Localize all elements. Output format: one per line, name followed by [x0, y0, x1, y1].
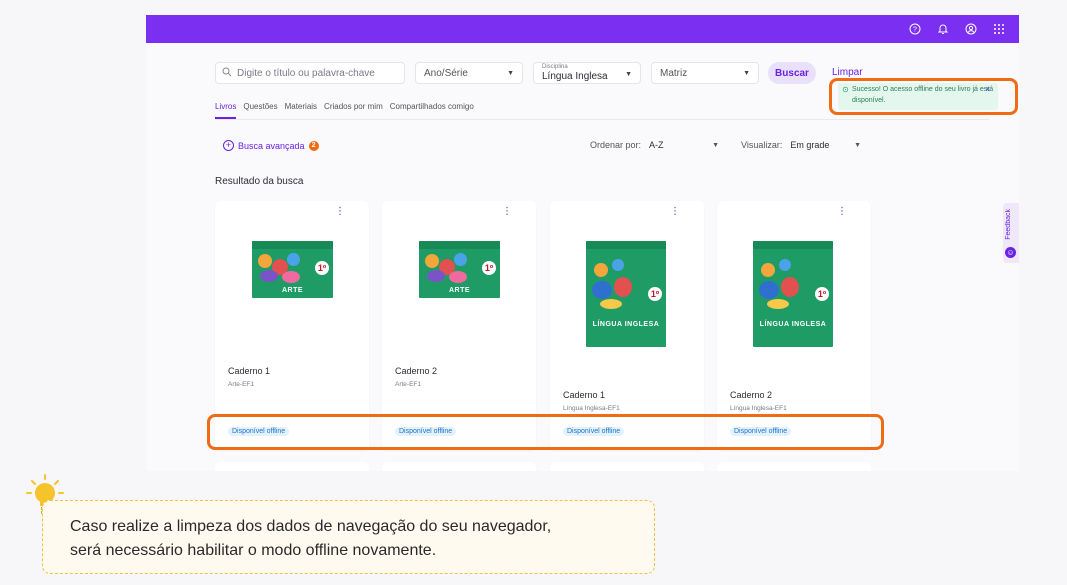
top-navbar: ?	[146, 15, 1019, 43]
offline-badges-highlight-box	[207, 414, 884, 450]
feedback-label: Feedback	[1005, 209, 1012, 240]
apps-grid-icon[interactable]	[991, 21, 1007, 37]
book-card[interactable]: ⋮ 1º LÍNGUA INGLESA Caderno 1 Língua Ing…	[550, 201, 704, 450]
book-card[interactable]	[215, 462, 369, 471]
more-options-icon[interactable]: ⋮	[837, 206, 847, 217]
book-cover: 1º LÍNGUA INGLESA	[753, 241, 833, 347]
disciplina-label: Disciplina	[542, 64, 568, 70]
book-cover: 1º ARTE	[252, 241, 333, 298]
book-card[interactable]: ⋮ 1º ARTE Caderno 1 Arte-EF1 Disponível …	[215, 201, 369, 450]
book-cover: 1º LÍNGUA INGLESA	[586, 241, 666, 347]
more-options-icon[interactable]: ⋮	[670, 206, 680, 217]
tab-materiais[interactable]: Materiais	[285, 102, 317, 119]
grade-badge: 1º	[315, 261, 329, 275]
tip-line-1: Caso realize a limpeza dos dados de nave…	[70, 518, 552, 535]
tab-questoes[interactable]: Questões	[243, 102, 277, 119]
tab-criados-por-mim[interactable]: Criados por mim	[324, 102, 383, 119]
plus-circle-icon: +	[223, 140, 234, 151]
toast-highlight-box	[829, 78, 1018, 115]
view-label: Visualizar:	[741, 140, 783, 150]
feedback-tab[interactable]: Feedback ☺	[1003, 203, 1019, 263]
view-value: Em grade	[790, 140, 830, 150]
matriz-select[interactable]: Matriz ▼	[651, 62, 759, 84]
book-title: Caderno 2	[730, 390, 773, 400]
chevron-down-icon: ▼	[854, 141, 861, 149]
clear-button[interactable]: Limpar	[832, 67, 863, 78]
tab-livros[interactable]: Livros	[215, 102, 237, 119]
view-select[interactable]: Visualizar: Em grade ▼	[741, 140, 861, 150]
sort-select[interactable]: Ordenar por: A-Z ▼	[590, 140, 719, 150]
book-card[interactable]	[382, 462, 536, 471]
more-options-icon[interactable]: ⋮	[335, 206, 345, 217]
grade-badge: 1º	[482, 261, 496, 275]
svg-text:?: ?	[913, 27, 917, 34]
cover-title: LÍNGUA INGLESA	[592, 321, 660, 328]
chevron-down-icon: ▼	[625, 71, 632, 78]
book-subtitle: Língua Inglesa-EF1	[563, 405, 620, 412]
chevron-down-icon: ▼	[743, 69, 750, 77]
cover-title: ARTE	[281, 287, 304, 294]
filter-count-badge: 2	[308, 140, 319, 151]
tab-compartilhados[interactable]: Compartilhados comigo	[390, 102, 474, 119]
grade-badge: 1º	[648, 287, 662, 301]
ano-serie-label: Ano/Série	[424, 67, 468, 79]
book-card[interactable]: ⋮ 1º ARTE Caderno 2 Arte-EF1 Disponível …	[382, 201, 536, 450]
more-options-icon[interactable]: ⋮	[502, 206, 512, 217]
book-subtitle: Arte-EF1	[395, 381, 422, 388]
disciplina-value: Língua Inglesa	[542, 71, 608, 82]
advanced-search-label: Busca avançada	[238, 140, 305, 151]
book-cover: 1º ARTE	[419, 241, 500, 298]
book-card[interactable]	[550, 462, 704, 471]
bell-icon[interactable]	[935, 21, 951, 37]
user-circle-icon[interactable]	[963, 21, 979, 37]
cover-title: ARTE	[448, 287, 471, 294]
search-icon	[222, 64, 232, 82]
search-button[interactable]: Buscar	[768, 62, 816, 84]
ano-serie-select[interactable]: Ano/Série ▼	[415, 62, 523, 84]
book-title: Caderno 1	[563, 390, 606, 400]
chevron-down-icon: ▼	[507, 69, 514, 77]
book-card[interactable]: ⋮ 1º LÍNGUA INGLESA Caderno 2 Língua Ing…	[717, 201, 871, 450]
book-title: Caderno 2	[395, 366, 438, 376]
cover-title: LÍNGUA INGLESA	[759, 321, 827, 328]
search-input[interactable]	[237, 67, 397, 79]
smile-icon: ☺	[1005, 247, 1016, 258]
sort-label: Ordenar por:	[590, 140, 642, 150]
grade-badge: 1º	[815, 287, 829, 301]
sort-value: A-Z	[649, 140, 664, 150]
results-title: Resultado da busca	[215, 176, 304, 187]
chevron-down-icon: ▼	[712, 141, 719, 149]
matriz-label: Matriz	[660, 67, 688, 79]
disciplina-select[interactable]: Disciplina Língua Inglesa ▼	[533, 62, 641, 84]
advanced-search-button[interactable]: + Busca avançada 2	[223, 140, 319, 151]
search-field[interactable]	[215, 62, 405, 84]
book-title: Caderno 1	[228, 366, 271, 376]
book-card[interactable]	[717, 462, 871, 471]
tip-callout: Caso realize a limpeza dos dados de nave…	[42, 500, 655, 574]
book-subtitle: Língua Inglesa-EF1	[730, 405, 787, 412]
help-circle-icon[interactable]: ?	[907, 21, 923, 37]
tip-line-2: será necessário habilitar o modo offline…	[70, 542, 437, 559]
book-subtitle: Arte-EF1	[228, 381, 255, 388]
